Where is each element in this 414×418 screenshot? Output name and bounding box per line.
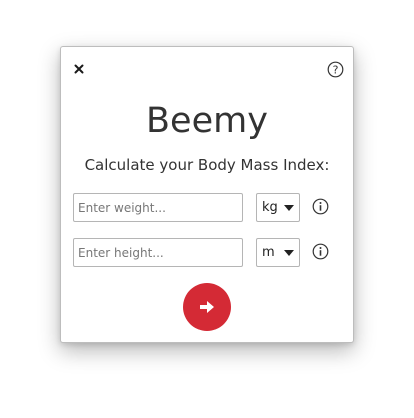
weight-unit-select[interactable]: kg <box>256 193 300 222</box>
calculate-button[interactable] <box>183 283 231 331</box>
help-button[interactable]: ? <box>327 61 344 78</box>
info-icon <box>312 243 329 260</box>
info-icon <box>312 198 329 215</box>
weight-info-button[interactable] <box>312 198 329 215</box>
close-icon <box>74 64 84 74</box>
weight-input[interactable] <box>73 193 243 222</box>
height-input[interactable] <box>73 238 243 267</box>
chevron-down-icon <box>284 250 294 256</box>
height-unit-value: m <box>262 245 275 260</box>
arrow-right-icon <box>200 301 214 313</box>
height-info-button[interactable] <box>312 243 329 260</box>
app-title: Beemy <box>146 101 268 141</box>
bmi-dialog: ? Beemy Calculate your Body Mass Index: … <box>60 46 354 343</box>
chevron-down-icon <box>284 205 294 211</box>
subtitle: Calculate your Body Mass Index: <box>84 156 330 174</box>
close-button[interactable] <box>72 61 86 75</box>
help-icon: ? <box>327 61 344 78</box>
weight-unit-value: kg <box>262 200 278 215</box>
height-unit-select[interactable]: m <box>256 238 300 267</box>
svg-text:?: ? <box>333 63 339 76</box>
